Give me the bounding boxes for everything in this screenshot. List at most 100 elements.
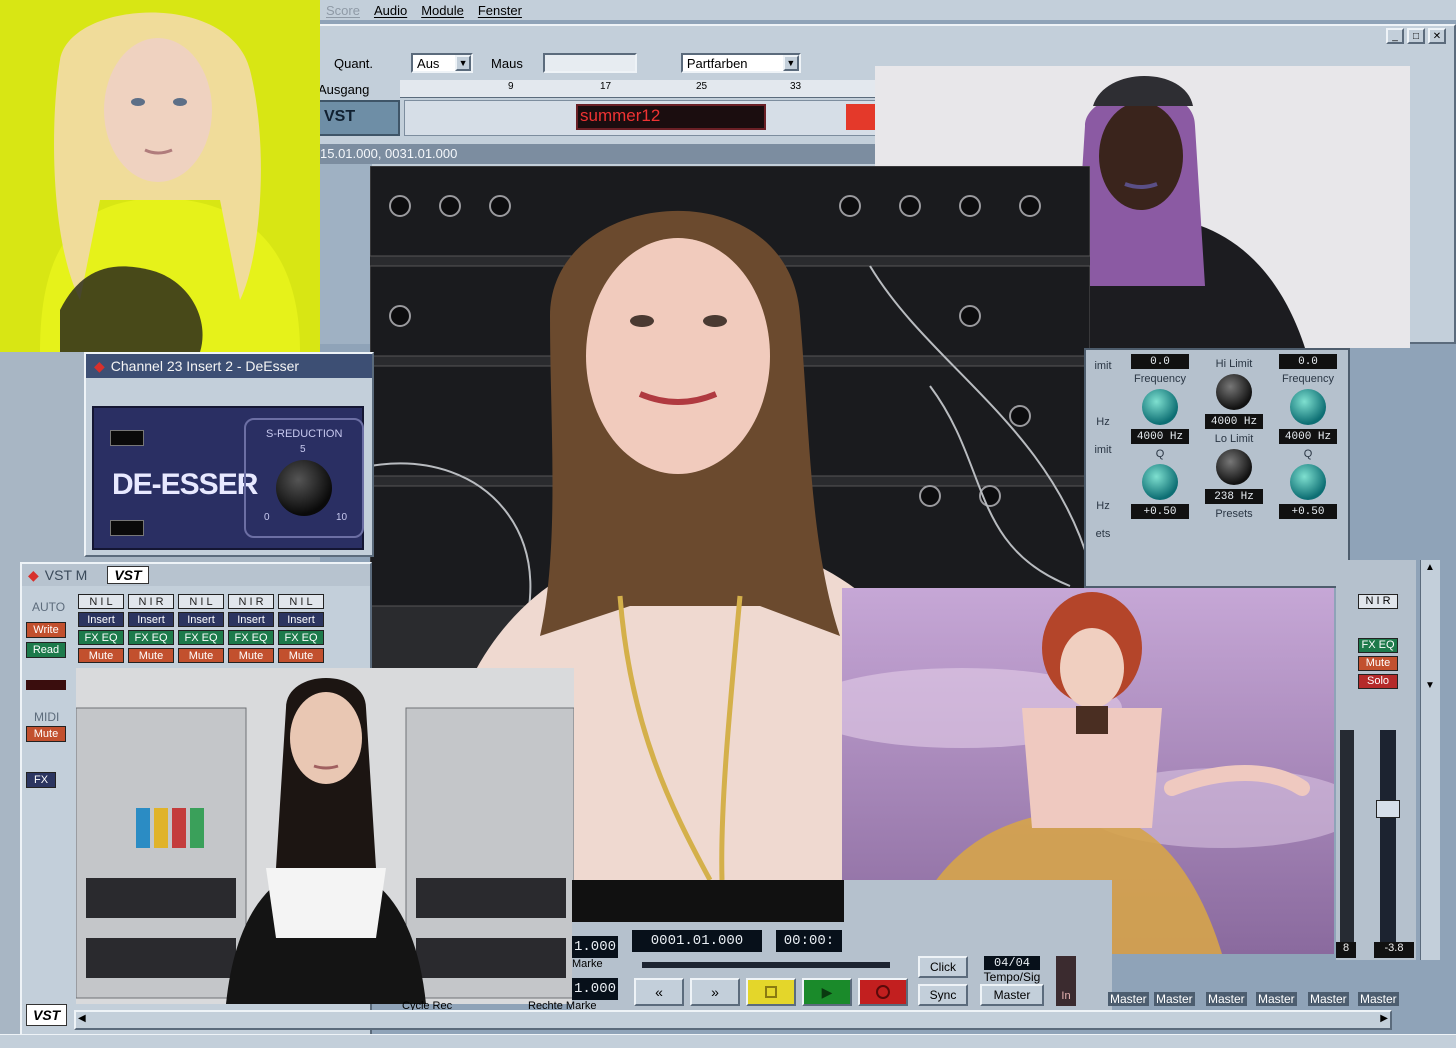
tempo-value[interactable]: 04/04 <box>984 956 1040 970</box>
maximize-button[interactable]: □ <box>1407 28 1425 44</box>
channel-header[interactable]: N I L <box>278 594 324 609</box>
chevron-down-icon: ▼ <box>782 55 799 71</box>
song-position-slider[interactable] <box>642 962 890 968</box>
mute-button[interactable]: Mute <box>178 648 224 663</box>
mute-button[interactable]: Mute <box>78 648 124 663</box>
eq-column-3: 0.0 Frequency 4000 Hz Q +0.50 <box>1276 354 1340 519</box>
right-locator-display[interactable]: 1.000 <box>572 978 618 1000</box>
insert-button[interactable]: Insert <box>228 612 274 627</box>
hi-limit-display[interactable]: 4000 Hz <box>1205 414 1263 429</box>
q-knob[interactable] <box>1290 464 1326 500</box>
db-readout: -3.8 <box>1374 942 1414 958</box>
ruler[interactable]: 9 17 25 33 <box>400 80 876 98</box>
eq-label: EQ <box>1378 639 1395 651</box>
in-indicator[interactable]: In <box>1056 956 1076 1006</box>
gain-display[interactable]: 0.0 <box>1279 354 1337 369</box>
part-block[interactable]: summer12 <box>576 104 766 130</box>
s-reduction-label: S-REDUCTION <box>266 428 343 440</box>
minimize-button[interactable]: _ <box>1386 28 1404 44</box>
quant-select[interactable]: Aus ▼ <box>411 53 474 73</box>
frequency-display[interactable]: 4000 Hz <box>1131 429 1189 444</box>
insert-button[interactable]: Insert <box>278 612 324 627</box>
bypass-switch[interactable] <box>110 520 144 536</box>
fx-eq-button[interactable]: FX EQ <box>228 630 274 645</box>
channel-header[interactable]: N I R <box>128 594 174 609</box>
master-button[interactable]: Master <box>980 984 1044 1006</box>
menu-item-fenster[interactable]: Fenster <box>478 3 522 18</box>
arrange-toolbar: Quant. Aus ▼ Maus Partfarben ▼ <box>320 50 880 76</box>
scroll-up-icon[interactable]: ▲ <box>1425 562 1435 573</box>
stop-button[interactable] <box>746 978 796 1006</box>
mute-button[interactable]: Mute <box>128 648 174 663</box>
menu-item-module[interactable]: Module <box>421 3 464 18</box>
lo-limit-knob[interactable] <box>1216 449 1252 485</box>
power-switch[interactable] <box>110 430 144 446</box>
hi-limit-knob[interactable] <box>1216 374 1252 410</box>
time-display[interactable]: 00:00: <box>776 930 842 952</box>
insert-button[interactable]: Insert <box>128 612 174 627</box>
part-block-right[interactable] <box>846 104 876 130</box>
maus-label: Maus <box>491 55 523 71</box>
horizontal-scrollbar[interactable]: ◀ ▶ <box>74 1010 1392 1030</box>
track-name[interactable]: VST <box>318 100 400 136</box>
channel-header[interactable]: N I R <box>228 594 274 609</box>
fx-eq-button[interactable]: FX EQ <box>278 630 324 645</box>
scroll-left-icon[interactable]: ◀ <box>78 1013 86 1024</box>
record-button[interactable] <box>858 978 908 1006</box>
vertical-scrollbar[interactable]: ▲ ▼ <box>1420 560 1440 960</box>
q-display[interactable]: +0.50 <box>1279 504 1337 519</box>
fx-eq-button[interactable]: FX EQ <box>78 630 124 645</box>
fx-eq-button[interactable]: FX EQ <box>178 630 224 645</box>
eq-column-1: 0.0 Frequency 4000 Hz Q +0.50 <box>1128 354 1192 519</box>
mute-button[interactable]: Mute <box>228 648 274 663</box>
rewind-button[interactable]: « <box>634 978 684 1006</box>
deesser-titlebar[interactable]: ◆ Channel 23 Insert 2 - DeEsser <box>86 354 372 378</box>
volume-fader-thumb[interactable] <box>1376 800 1400 818</box>
frequency-knob[interactable] <box>1290 389 1326 425</box>
channel-header[interactable]: N I L <box>178 594 224 609</box>
master-label: Master <box>1154 992 1195 1006</box>
bottom-vst-logo: VST <box>26 1004 68 1026</box>
fx-button[interactable]: FX <box>26 772 56 788</box>
mute-button[interactable]: Mute <box>1358 656 1398 671</box>
ruler-mark: 33 <box>790 81 802 92</box>
fx-eq-button[interactable]: FX EQ <box>1358 638 1398 653</box>
scroll-down-icon[interactable]: ▼ <box>1425 680 1435 691</box>
write-button[interactable]: Write <box>26 622 66 638</box>
mixer-titlebar[interactable]: ◆ VST M VST <box>22 564 370 586</box>
midi-mute-button[interactable]: Mute <box>26 726 66 742</box>
lo-limit-display[interactable]: 238 Hz <box>1205 489 1263 504</box>
maus-field[interactable] <box>542 53 637 73</box>
level-meter <box>1340 730 1354 950</box>
play-button[interactable]: ▶ <box>802 978 852 1006</box>
click-button[interactable]: Click <box>918 956 968 978</box>
channel-header[interactable]: N I R <box>1358 594 1398 609</box>
read-button[interactable]: Read <box>26 642 66 658</box>
menu-item-score[interactable]: Score <box>326 3 360 18</box>
volume-fader-track[interactable] <box>1380 730 1396 950</box>
q-knob[interactable] <box>1142 464 1178 500</box>
diamond-icon: ◆ <box>94 357 105 374</box>
insert-button[interactable]: Insert <box>178 612 224 627</box>
channel-header[interactable]: N I L <box>78 594 124 609</box>
fx-eq-button[interactable]: FX EQ <box>128 630 174 645</box>
close-button[interactable]: ✕ <box>1428 28 1446 44</box>
frequency-display[interactable]: 4000 Hz <box>1279 429 1337 444</box>
left-locator-display[interactable]: 1.000 <box>572 936 618 958</box>
mute-button[interactable]: Mute <box>278 648 324 663</box>
deesser-title: Channel 23 Insert 2 - DeEsser <box>110 358 300 374</box>
partfarben-value: Partfarben <box>686 55 748 71</box>
partfarben-select[interactable]: Partfarben ▼ <box>680 53 801 73</box>
gain-display[interactable]: 0.0 <box>1131 354 1189 369</box>
menu-item-audio[interactable]: Audio <box>374 3 407 18</box>
position-display[interactable]: 0001.01.000 <box>632 930 762 952</box>
insert-button[interactable]: Insert <box>78 612 124 627</box>
sync-button[interactable]: Sync <box>918 984 968 1006</box>
forward-button[interactable]: » <box>690 978 740 1006</box>
q-display[interactable]: +0.50 <box>1131 504 1189 519</box>
scroll-right-icon[interactable]: ▶ <box>1380 1013 1388 1024</box>
solo-button[interactable]: Solo <box>1358 674 1398 689</box>
s-reduction-knob[interactable] <box>276 460 332 516</box>
frequency-knob[interactable] <box>1142 389 1178 425</box>
q-label: Q <box>1303 448 1313 460</box>
